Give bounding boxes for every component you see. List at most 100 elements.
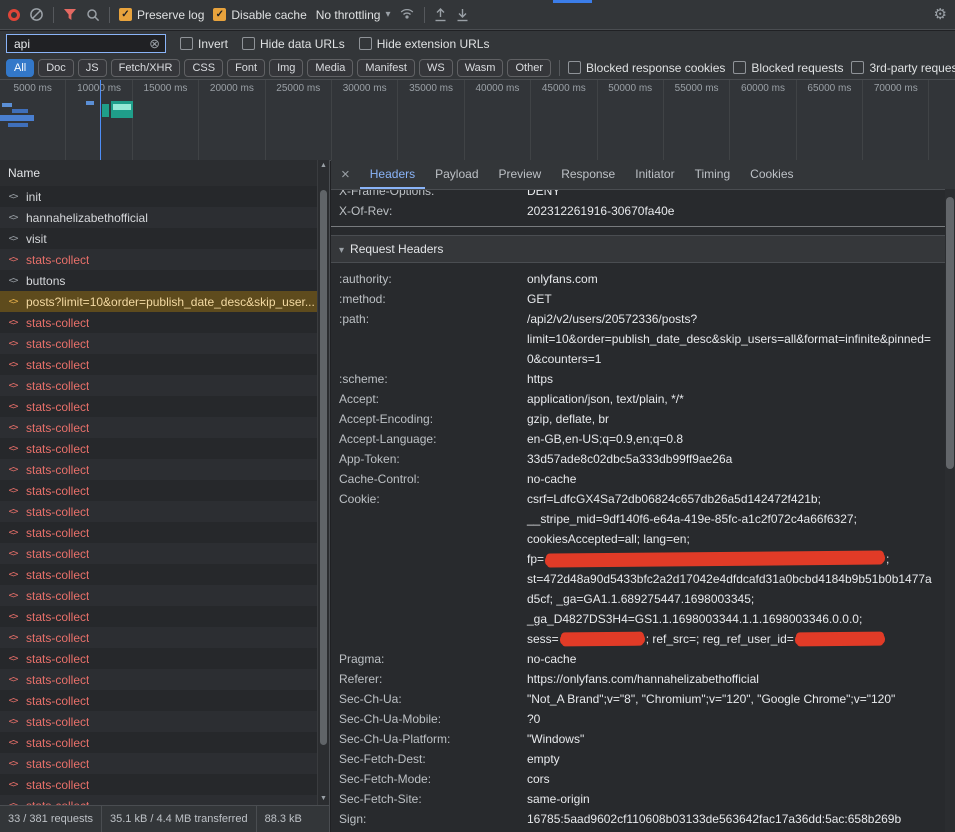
request-row[interactable]: <>stats-collect xyxy=(0,711,318,732)
request-row[interactable]: <>stats-collect xyxy=(0,354,318,375)
request-row[interactable]: <>stats-collect xyxy=(0,627,318,648)
filter-chip-media[interactable]: Media xyxy=(307,59,353,77)
request-name: stats-collect xyxy=(26,757,89,771)
header-row: Cache-Control:no-cache xyxy=(331,469,945,489)
filter-icon[interactable] xyxy=(63,8,77,21)
blocked-response-cookies-checkbox[interactable]: Blocked response cookies xyxy=(568,61,725,75)
details-scrollbar[interactable] xyxy=(945,189,955,832)
tab-headers[interactable]: Headers xyxy=(360,160,425,189)
request-row[interactable]: <>visit xyxy=(0,228,318,249)
request-row[interactable]: <>stats-collect xyxy=(0,732,318,753)
error-request-icon: <> xyxy=(6,402,20,412)
request-row[interactable]: <>stats-collect xyxy=(0,522,318,543)
close-details-icon[interactable]: × xyxy=(331,166,360,183)
request-row[interactable]: <>stats-collect xyxy=(0,312,318,333)
filter-chip-ws[interactable]: WS xyxy=(419,59,453,77)
tab-preview[interactable]: Preview xyxy=(489,160,552,189)
throttling-dropdown[interactable]: No throttling ▾ xyxy=(316,8,391,22)
waterfall-bar xyxy=(2,103,12,107)
throttling-value: No throttling xyxy=(316,8,381,22)
disable-cache-checkbox[interactable]: ✓ Disable cache xyxy=(213,8,306,22)
tab-payload[interactable]: Payload xyxy=(425,160,488,189)
tab-response[interactable]: Response xyxy=(551,160,625,189)
invert-checkbox[interactable]: Invert xyxy=(180,37,228,51)
request-row[interactable]: <>stats-collect xyxy=(0,585,318,606)
filter-chip-other[interactable]: Other xyxy=(507,59,551,77)
filter-chip-font[interactable]: Font xyxy=(227,59,265,77)
filter-chip-manifest[interactable]: Manifest xyxy=(357,59,415,77)
filter-chip-img[interactable]: Img xyxy=(269,59,303,77)
request-row[interactable]: <>stats-collect xyxy=(0,396,318,417)
request-name: stats-collect xyxy=(26,421,89,435)
request-row[interactable]: <>stats-collect xyxy=(0,774,318,795)
request-row[interactable]: <>stats-collect xyxy=(0,606,318,627)
error-request-icon: <> xyxy=(6,507,20,517)
blocked-response-cookies-label: Blocked response cookies xyxy=(586,61,725,75)
third-party-requests-checkbox[interactable]: 3rd-party requests xyxy=(851,61,955,75)
request-name: stats-collect xyxy=(26,505,89,519)
preserve-log-checkbox[interactable]: ✓ Preserve log xyxy=(119,8,204,22)
request-list-scrollbar[interactable]: ▲ ▼ xyxy=(317,160,329,805)
request-row[interactable]: <>stats-collect xyxy=(0,669,318,690)
search-icon[interactable] xyxy=(86,8,100,22)
scrollbar-thumb[interactable] xyxy=(320,190,327,745)
clear-filter-icon[interactable]: ⊗ xyxy=(149,37,160,50)
header-row: :scheme:https xyxy=(331,369,945,389)
settings-gear-icon[interactable]: ⚙ xyxy=(934,7,947,22)
request-row[interactable]: <> stats-collect xyxy=(0,417,318,438)
tab-timing[interactable]: Timing xyxy=(685,160,741,189)
request-row[interactable]: <>init xyxy=(0,186,318,207)
timeline-overview[interactable]: 5000 ms10000 ms15000 ms20000 ms25000 ms3… xyxy=(0,80,955,161)
export-har-icon[interactable] xyxy=(456,8,469,22)
request-row[interactable]: <>stats-collect xyxy=(0,375,318,396)
request-row[interactable]: <>stats-collect xyxy=(0,543,318,564)
redacted-value xyxy=(794,632,886,646)
request-row[interactable]: <>stats-collect xyxy=(0,459,318,480)
tab-cookies[interactable]: Cookies xyxy=(740,160,803,189)
filter-chip-all[interactable]: All xyxy=(6,59,34,77)
tab-initiator[interactable]: Initiator xyxy=(625,160,684,189)
request-row[interactable]: <>stats-collect xyxy=(0,249,318,270)
redacted-value: sess= xyxy=(527,632,646,646)
request-headers-section[interactable]: ▾Request Headers xyxy=(331,235,945,263)
request-row[interactable]: <>buttons xyxy=(0,270,318,291)
request-row[interactable]: <> stats-collect xyxy=(0,501,318,522)
filter-chip-js[interactable]: JS xyxy=(78,59,107,77)
error-request-icon: <> xyxy=(6,591,20,601)
redaction-scribble xyxy=(560,634,645,646)
scroll-up-icon[interactable]: ▲ xyxy=(318,160,329,172)
network-conditions-icon[interactable] xyxy=(399,8,415,21)
disable-cache-label: Disable cache xyxy=(231,8,306,22)
request-row[interactable]: <>stats-collect xyxy=(0,564,318,585)
import-har-icon[interactable] xyxy=(434,8,447,22)
hide-extension-urls-checkbox[interactable]: Hide extension URLs xyxy=(359,37,490,51)
request-row[interactable]: <>stats-collect xyxy=(0,333,318,354)
request-row[interactable]: <>stats-collect xyxy=(0,753,318,774)
request-row[interactable]: <>stats-collect xyxy=(0,480,318,501)
request-row[interactable]: <>stats-collect xyxy=(0,648,318,669)
request-row[interactable]: <>posts?limit=10&order=publish_date_desc… xyxy=(0,291,318,312)
request-row[interactable]: <>stats-collect xyxy=(0,438,318,459)
filter-input[interactable] xyxy=(12,36,145,52)
filter-chip-wasm[interactable]: Wasm xyxy=(457,59,504,77)
timeline-cursor xyxy=(100,80,101,160)
filter-chip-css[interactable]: CSS xyxy=(184,59,223,77)
details-tab-bar: × HeadersPayloadPreviewResponseInitiator… xyxy=(331,160,955,190)
scrollbar-thumb[interactable] xyxy=(946,197,954,469)
request-name: stats-collect xyxy=(26,526,89,540)
record-button[interactable] xyxy=(8,9,20,21)
request-row[interactable]: <>hannahelizabethofficial xyxy=(0,207,318,228)
filter-chip-fetch-xhr[interactable]: Fetch/XHR xyxy=(111,59,181,77)
request-row[interactable]: <>stats-collect xyxy=(0,795,318,805)
resource-type-toolbar: AllDocJSFetch/XHRCSSFontImgMediaManifest… xyxy=(0,56,955,80)
clear-network-log-icon[interactable] xyxy=(29,7,44,22)
header-value: csrf=LdfcGX4Sa72db06824c657db26a5d142472… xyxy=(527,489,933,649)
error-request-icon: <> xyxy=(6,423,20,433)
request-row[interactable]: <>stats-collect xyxy=(0,690,318,711)
name-column-header[interactable]: Name xyxy=(0,160,329,187)
blocked-requests-checkbox[interactable]: Blocked requests xyxy=(733,61,843,75)
filter-chip-doc[interactable]: Doc xyxy=(38,59,74,77)
header-name: Accept: xyxy=(339,389,527,409)
scroll-down-icon[interactable]: ▼ xyxy=(318,793,329,805)
hide-data-urls-checkbox[interactable]: Hide data URLs xyxy=(242,37,345,51)
